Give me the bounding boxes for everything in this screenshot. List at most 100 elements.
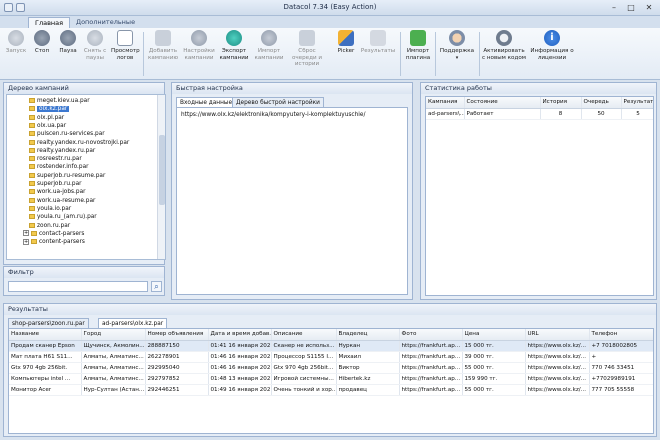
tree-item[interactable]: rosreestr.ru.par (29, 155, 82, 163)
maximize-icon[interactable]: □ (623, 2, 639, 13)
stop-button[interactable]: Стоп (30, 30, 54, 78)
tree-group[interactable]: + content-parsers (23, 238, 85, 246)
tab-main[interactable]: Главная (28, 17, 71, 28)
stats-cell: 5 (621, 108, 653, 120)
tree-item[interactable]: realty.yandex.ru.par (29, 147, 95, 155)
close-icon[interactable]: ✕ (641, 2, 657, 13)
view-logs-button[interactable]: Просмотр логов (111, 30, 140, 78)
tree-group[interactable]: + contact-parsers (23, 230, 84, 238)
table-cell: 01:49 16 января 2021 (208, 384, 272, 396)
tree-item[interactable]: superjob.ru-resume.par (29, 172, 105, 180)
file-icon (29, 106, 35, 112)
expand-icon[interactable]: + (23, 238, 29, 245)
results-column-header[interactable]: Владелец (336, 329, 400, 341)
table-cell: Нуркан (336, 340, 400, 352)
tree-item[interactable]: pulscen.ru-services.par (29, 130, 105, 138)
tab-input-data[interactable]: Входные данные (176, 97, 237, 107)
tree-item[interactable]: youla.ru_(am.ru).par (29, 213, 97, 221)
start-button[interactable]: Запуск (4, 30, 28, 78)
results-column-header[interactable]: Город (81, 329, 146, 341)
tree-item[interactable]: zoon.ru.par (29, 222, 70, 230)
input-url-text[interactable]: https://www.olx.kz/elektronika/kompyuter… (177, 108, 407, 122)
filter-panel: Фильтр ⌕ (3, 266, 165, 296)
table-cell: + (589, 351, 653, 363)
tab-results-olx[interactable]: ad-parsers\olx.kz.par (98, 318, 168, 328)
import-campaigns-button[interactable]: Импорт кампании (253, 30, 285, 78)
tree-item[interactable]: olx.kz.par (29, 105, 70, 113)
import-plugin-button[interactable]: Импорт плагина (404, 30, 432, 78)
table-row[interactable]: Монитор Acer Нур-Султан (Астан... 29244625… (9, 384, 653, 396)
minimize-icon[interactable]: – (606, 2, 622, 13)
stats-row[interactable]: ad-parsers\... Работает 8 50 5 (426, 108, 653, 120)
quick-settings-panel: Быстрая настройка Входные данные Дерево … (171, 82, 413, 300)
table-cell: https://frankfurt.ap... (399, 384, 463, 396)
table-row[interactable]: Gtx 970 4gb 256bit. Алматы, Алматинс... 29… (9, 362, 653, 374)
stats-column-header[interactable]: Очередь (581, 97, 622, 109)
table-row[interactable]: Компьютеры intel ... Алматы, Алматинс... 2… (9, 373, 653, 385)
results-column-header[interactable]: Телефон (589, 329, 653, 341)
file-icon (29, 114, 35, 120)
table-row[interactable]: Продам сканер Epson Щучинск, Акмолин... 28… (9, 340, 653, 352)
results-button[interactable]: Результаты (360, 30, 396, 78)
stats-column-header[interactable]: История (540, 97, 582, 109)
tab-additional[interactable]: Дополнительные (70, 17, 141, 28)
stats-column-header[interactable]: Результаты (621, 97, 653, 109)
stats-column-header[interactable]: Состояние (464, 97, 541, 109)
tree-item[interactable]: rostender.info.par (29, 163, 89, 171)
results-column-header[interactable]: Номер объявления (145, 329, 209, 341)
picker-button[interactable]: Picker (334, 30, 358, 78)
tree-scrollbar-thumb[interactable] (159, 135, 165, 205)
tree-item[interactable]: olx.pl.par (29, 114, 64, 122)
ribbon-tabs: Главная Дополнительные (0, 16, 660, 28)
filter-title: Фильтр (4, 267, 164, 278)
license-info-button[interactable]: i Информация о лицензии (530, 30, 574, 78)
stats-column-header[interactable]: Кампания (426, 97, 465, 109)
import-icon (261, 30, 277, 46)
tree-item[interactable]: superjob.ru.par (29, 180, 82, 188)
export-icon (226, 30, 242, 46)
export-campaigns-button[interactable]: Экспорт кампании (218, 30, 250, 78)
file-icon (29, 205, 35, 211)
file-icon (29, 222, 35, 228)
activate-new-code-button[interactable]: Активировать с новым кодом (482, 30, 526, 78)
results-column-header[interactable]: Название (9, 329, 82, 341)
stats-cell: Работает (464, 108, 541, 120)
results-column-header[interactable]: Дата и время добав... (208, 329, 272, 341)
document-icon (117, 30, 133, 46)
tab-results-zoon[interactable]: shop-parsers\zoon.ru.par (8, 318, 89, 328)
stats-cell: 8 (540, 108, 582, 120)
tree-item[interactable]: olx.ua.par (29, 122, 66, 130)
table-cell: Мат плата H61 S11... (9, 351, 82, 363)
expand-icon[interactable]: + (23, 230, 29, 237)
support-button[interactable]: Поддержка ▾ (438, 30, 476, 78)
results-table-container: Название Город Номер объявления Дата и врем… (8, 328, 654, 434)
input-data-area[interactable]: https://www.olx.kz/elektronika/kompyuter… (176, 107, 408, 295)
table-cell: Hibertek.kz (336, 373, 400, 385)
tree-item[interactable]: work.ua-jobs.par (29, 188, 86, 196)
campaign-settings-button[interactable]: Настройки кампании (183, 30, 215, 78)
results-column-header[interactable]: Цена (462, 329, 526, 341)
reset-queue-button[interactable]: Сброс очереди и истории (287, 30, 327, 78)
filter-input[interactable] (8, 281, 148, 292)
results-table: Название Город Номер объявления Дата и врем… (9, 329, 653, 396)
stats-cell: 50 (581, 108, 622, 120)
stats-table-container: Кампания Состояние История Очередь Результат… (425, 96, 654, 296)
table-cell: Процессор S1155 I... (271, 351, 337, 363)
tree-item[interactable]: work.ua-resume.par (29, 197, 95, 205)
add-campaign-button[interactable]: Добавить кампанию (147, 30, 179, 78)
search-icon[interactable]: ⌕ (151, 281, 162, 292)
tree-item[interactable]: youla.io.par (29, 205, 71, 213)
tab-quick-settings-tree[interactable]: Дерево быстрой настройки (232, 97, 324, 107)
campaign-tree[interactable]: meget.kiev.ua.par olx.kz.par olx.pl.par olx… (6, 94, 166, 260)
results-column-header[interactable]: Описание (271, 329, 337, 341)
tree-item[interactable]: meget.kiev.ua.par (29, 97, 90, 105)
table-row[interactable]: Мат плата H61 S11... Алматы, Алматинс... 2… (9, 351, 653, 363)
tree-item[interactable]: realty.yandex.ru-novostrojki.par (29, 139, 129, 147)
table-cell: 770 746 33451 (589, 362, 653, 374)
stats-cell: ad-parsers\... (426, 108, 465, 120)
results-column-header[interactable]: URL (525, 329, 590, 341)
results-column-header[interactable]: Фото (399, 329, 463, 341)
tree-scrollbar[interactable] (157, 95, 165, 259)
pause-button[interactable]: Пауза (56, 30, 80, 78)
unpause-button[interactable]: Снять с паузы (82, 30, 108, 78)
